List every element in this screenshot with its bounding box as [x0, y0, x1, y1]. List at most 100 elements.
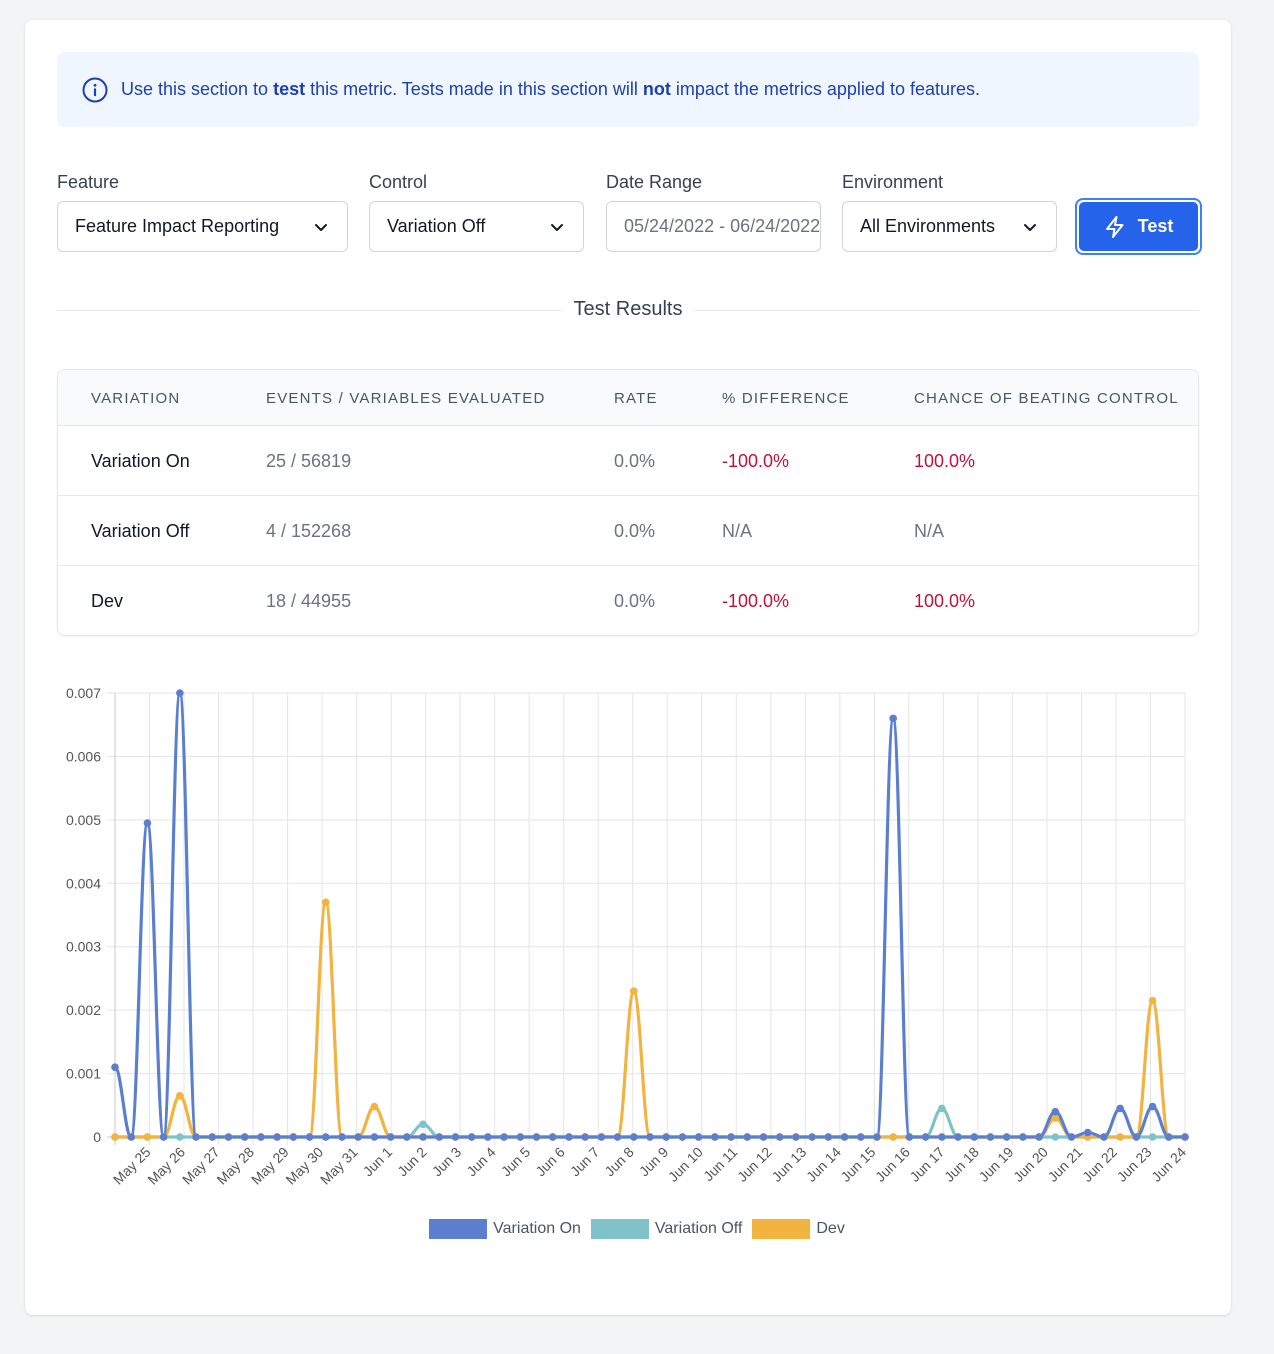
x-tick-label: Jun 13: [768, 1144, 809, 1185]
data-point: [970, 1133, 979, 1141]
data-point: [143, 819, 152, 827]
y-tick-label: 0.004: [66, 875, 101, 891]
y-tick-label: 0.005: [66, 812, 101, 828]
chart-legend: Variation On Variation Off Dev: [0, 1219, 1274, 1239]
data-point: [111, 1133, 119, 1141]
series-line: [114, 900, 1185, 1139]
legend-item[interactable]: Variation On: [429, 1219, 581, 1239]
x-tick-label: Jun 11: [700, 1144, 740, 1184]
series-line: [114, 1106, 1185, 1139]
data-point: [1002, 1133, 1011, 1141]
data-point: [451, 1133, 460, 1141]
data-point: [808, 1133, 816, 1141]
x-tick-label: Jun 5: [498, 1144, 534, 1180]
data-point: [419, 1120, 427, 1129]
data-point: [629, 987, 638, 995]
data-point: [159, 1133, 168, 1141]
data-point: [840, 1133, 849, 1141]
x-tick-label: May 27: [179, 1144, 223, 1188]
y-tick-label: 0.007: [66, 685, 101, 701]
data-point: [257, 1133, 265, 1141]
data-point: [938, 1133, 946, 1141]
y-tick-label: 0: [93, 1129, 101, 1145]
data-point: [500, 1133, 508, 1141]
x-tick-label: Jun 3: [429, 1144, 465, 1180]
y-tick-label: 0.003: [66, 939, 101, 955]
legend-label: Variation On: [493, 1220, 581, 1237]
data-point: [743, 1133, 752, 1141]
x-tick-label: Jun 16: [872, 1144, 913, 1185]
legend-swatch: [590, 1219, 649, 1239]
data-point: [338, 1133, 346, 1141]
x-tick-label: Jun 19: [975, 1144, 1016, 1185]
data-point: [240, 1133, 249, 1141]
data-point: [516, 1133, 525, 1141]
data-point: [1083, 1128, 1092, 1137]
x-tick-label: Jun 15: [837, 1144, 878, 1185]
data-point: [403, 1133, 411, 1141]
data-point: [1148, 1102, 1157, 1111]
x-tick-label: Jun 6: [532, 1144, 568, 1180]
data-point: [873, 1133, 881, 1141]
data-point: [889, 1133, 897, 1141]
x-tick-label: Jun 17: [906, 1144, 947, 1185]
data-point: [792, 1133, 800, 1141]
data-point: [370, 1102, 379, 1111]
data-point: [678, 1133, 687, 1141]
legend-label: Dev: [816, 1220, 845, 1237]
data-point: [759, 1133, 768, 1141]
data-point: [905, 1133, 914, 1141]
data-point: [1148, 1133, 1157, 1141]
data-point: [711, 1133, 719, 1141]
x-tick-label: Jun 12: [734, 1144, 775, 1185]
data-point: [176, 689, 184, 697]
x-tick-label: Jun 4: [463, 1144, 499, 1180]
data-point: [1035, 1133, 1043, 1141]
legend-swatch: [429, 1219, 488, 1239]
data-point: [1019, 1133, 1027, 1141]
x-tick-label: Jun 20: [1010, 1144, 1051, 1185]
legend-item[interactable]: Dev: [752, 1219, 845, 1239]
data-point: [176, 1091, 184, 1100]
data-point: [192, 1133, 200, 1141]
data-point: [938, 1104, 946, 1113]
data-point: [986, 1133, 995, 1141]
line-chart: 0 0.001 0.002 0.003 0.004 0.005 0.006 0.007 May …: [66, 685, 1189, 1188]
data-point: [435, 1133, 444, 1141]
x-tick-label: May 25: [110, 1144, 154, 1188]
data-point: [208, 1133, 217, 1141]
data-point: [775, 1133, 784, 1141]
data-point: [824, 1133, 833, 1141]
x-tick-label: Jun 14: [803, 1144, 844, 1185]
data-point: [532, 1133, 541, 1141]
data-point: [1067, 1133, 1076, 1141]
x-tick-label: May 30: [282, 1144, 326, 1188]
data-point: [1132, 1133, 1141, 1141]
x-tick-label: Jun 10: [665, 1144, 706, 1185]
data-point: [954, 1133, 962, 1141]
x-tick-label: Jun 18: [941, 1144, 982, 1185]
x-tick-label: Jun 7: [567, 1144, 603, 1180]
data-point: [289, 1133, 298, 1141]
data-point: [889, 714, 897, 723]
data-point: [370, 1133, 379, 1141]
legend-label: Variation Off: [654, 1220, 743, 1237]
data-point: [629, 1133, 638, 1141]
x-tick-label: Jun 24: [1148, 1144, 1189, 1185]
data-point: [613, 1133, 622, 1141]
x-tick-label: Jun 21: [1045, 1144, 1086, 1185]
data-point: [1100, 1133, 1108, 1141]
data-point: [565, 1133, 573, 1141]
y-tick-label: 0.001: [66, 1066, 101, 1082]
data-point: [1181, 1133, 1189, 1141]
data-point: [127, 1133, 136, 1141]
data-point: [321, 898, 330, 907]
legend-swatch: [752, 1219, 811, 1239]
legend-item[interactable]: Variation Off: [590, 1219, 743, 1239]
data-point: [856, 1133, 865, 1141]
data-point: [646, 1133, 654, 1141]
data-point: [548, 1133, 557, 1141]
data-point: [921, 1133, 930, 1141]
data-point: [354, 1133, 362, 1141]
data-point: [597, 1133, 606, 1141]
